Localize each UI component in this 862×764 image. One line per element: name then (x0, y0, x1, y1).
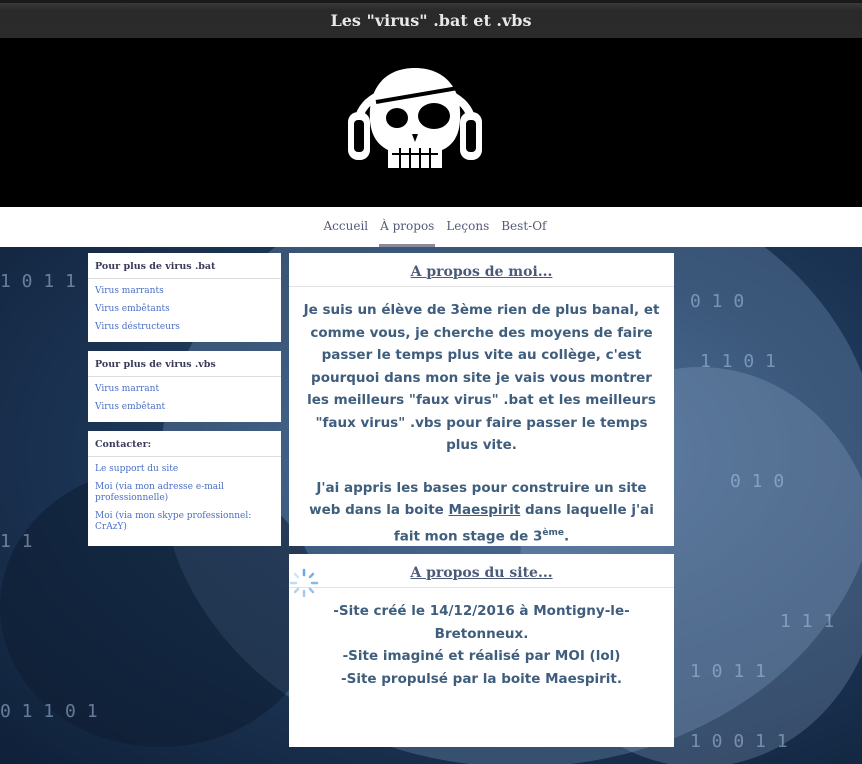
sidebar-vbs-link-marrant[interactable]: Virus marrant (95, 384, 274, 395)
svg-text:1 1: 1 1 (0, 531, 33, 552)
sidebar-bat-link-destructeurs[interactable]: Virus déstructeurs (95, 322, 274, 333)
site-title: Les "virus" .bat et .vbs (330, 11, 532, 30)
maespirit-link[interactable]: Maespirit (449, 502, 521, 518)
nav-a-propos[interactable]: À propos (379, 207, 436, 247)
svg-text:1 0 1 1 0: 1 0 1 1 0 (0, 271, 98, 292)
svg-text:0 1 0: 0 1 0 (730, 471, 784, 492)
nav-accueil[interactable]: Accueil (323, 207, 370, 247)
contact-link-support[interactable]: Le support du site (95, 464, 274, 475)
svg-text:1 1 0 1: 1 1 0 1 (700, 351, 776, 372)
loading-spinner-icon (289, 568, 319, 598)
contact-link-email[interactable]: Moi (via mon adresse e-mail professionne… (95, 482, 274, 504)
pirate-skull-headphones-icon (348, 68, 482, 168)
svg-text:0 1 1 0 1: 0 1 1 0 1 (0, 701, 98, 722)
sidebar-bat-link-marrants[interactable]: Virus marrants (95, 286, 274, 297)
about-me-body: Je suis un élève de 3ème rien de plus ba… (289, 287, 674, 548)
about-site-line-1: -Site créé le 14/12/2016 à Montigny-le-B… (333, 603, 630, 642)
svg-text:0 1 0: 0 1 0 (690, 291, 744, 312)
about-me-panel: A propos de moi... Je suis un élève de 3… (289, 253, 674, 546)
nav-lecons[interactable]: Leçons (445, 207, 490, 247)
about-me-title: A propos de moi... (289, 253, 674, 287)
about-site-body: -Site créé le 14/12/2016 à Montigny-le-B… (289, 588, 674, 690)
sidebar-bat-link-embetants[interactable]: Virus embêtants (95, 304, 274, 315)
about-me-paragraph-1: Je suis un élève de 3ème rien de plus ba… (303, 302, 660, 453)
sidebar-vbs-box: Pour plus de virus .vbs Virus marrant Vi… (88, 351, 281, 422)
svg-text:1 0 0 1 1: 1 0 0 1 1 (690, 731, 788, 752)
about-site-title: A propos du site... (289, 554, 674, 588)
about-site-line-3: -Site propulsé par la boite Maespirit. (341, 670, 622, 687)
about-site-line-2: -Site imaginé et réalisé par MOI (lol) (342, 648, 621, 664)
sidebar-bat-title: Pour plus de virus .bat (88, 253, 281, 279)
banner (0, 38, 862, 207)
background-image: 1 0 1 1 0 0 1 0 1 1 0 1 0 1 1 0 1 1 0 1 … (0, 247, 862, 764)
sidebar-bat-box: Pour plus de virus .bat Virus marrants V… (88, 253, 281, 342)
sidebar-vbs-link-embetant[interactable]: Virus embêtant (95, 402, 274, 413)
svg-text:1 0 1 1: 1 0 1 1 (690, 661, 766, 682)
about-me-paragraph-2: J'ai appris les bases pour construire un… (309, 479, 654, 545)
about-site-panel: A propos du site... -Site créé le 14/12/… (289, 554, 674, 747)
svg-text:1 1 1: 1 1 1 (780, 611, 834, 632)
main-nav: Accueil À propos Leçons Best-Of (0, 207, 862, 247)
sidebar-contact-title: Contacter: (88, 431, 281, 457)
contact-link-skype[interactable]: Moi (via mon skype professionnel: CrAzY) (95, 511, 274, 533)
sidebar-contact-box: Contacter: Le support du site Moi (via m… (88, 431, 281, 546)
site-title-bar: Les "virus" .bat et .vbs (0, 0, 862, 38)
nav-best-of[interactable]: Best-Of (500, 207, 547, 247)
sidebar-vbs-title: Pour plus de virus .vbs (88, 351, 281, 377)
